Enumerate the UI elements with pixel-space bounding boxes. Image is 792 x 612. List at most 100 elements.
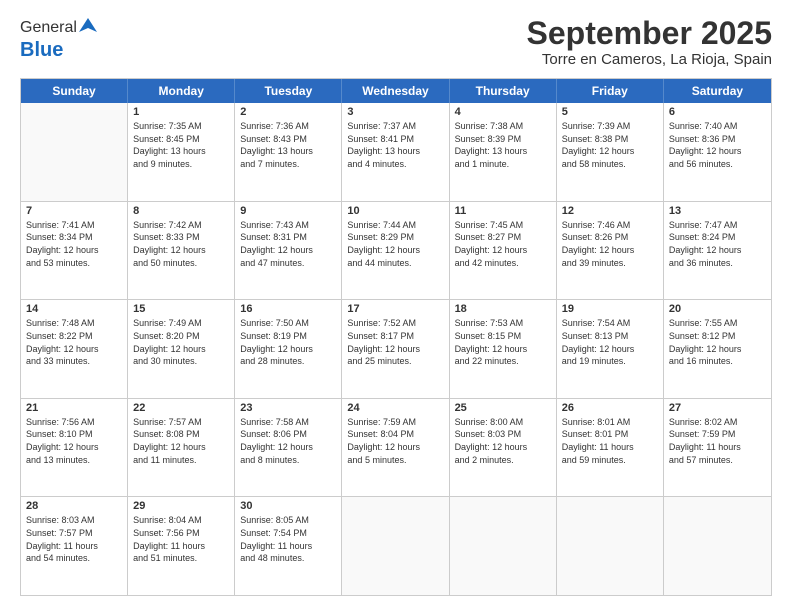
calendar-cell-19: 19 Sunrise: 7:54 AMSunset: 8:13 PMDayligh… — [557, 300, 664, 398]
calendar-header-row: SundayMondayTuesdayWednesdayThursdayFrid… — [21, 79, 771, 103]
calendar-cell-empty-4-4 — [450, 497, 557, 595]
cell-info: Sunrise: 7:40 AMSunset: 8:36 PMDaylight:… — [669, 120, 766, 170]
calendar-header-monday: Monday — [128, 79, 235, 103]
day-number: 8 — [133, 205, 229, 217]
calendar-cell-4: 4 Sunrise: 7:38 AMSunset: 8:39 PMDaylight… — [450, 103, 557, 201]
day-number: 11 — [455, 205, 551, 217]
cell-info: Sunrise: 7:39 AMSunset: 8:38 PMDaylight:… — [562, 120, 658, 170]
day-number: 5 — [562, 106, 658, 118]
day-number: 13 — [669, 205, 766, 217]
day-number: 9 — [240, 205, 336, 217]
cell-info: Sunrise: 7:58 AMSunset: 8:06 PMDaylight:… — [240, 416, 336, 466]
day-number: 23 — [240, 402, 336, 414]
day-number: 30 — [240, 500, 336, 512]
cell-info: Sunrise: 7:42 AMSunset: 8:33 PMDaylight:… — [133, 219, 229, 269]
day-number: 27 — [669, 402, 766, 414]
day-number: 6 — [669, 106, 766, 118]
calendar-cell-17: 17Sunrise: 7:52 AMSunset: 8:17 PMDayligh… — [342, 300, 449, 398]
calendar-row-0: 1 Sunrise: 7:35 AMSunset: 8:45 PMDaylight… — [21, 103, 771, 202]
calendar-cell-21: 21 Sunrise: 7:56 AMSunset: 8:10 PMDayligh… — [21, 399, 128, 497]
calendar-cell-20: 20 Sunrise: 7:55 AMSunset: 8:12 PMDayligh… — [664, 300, 771, 398]
calendar: SundayMondayTuesdayWednesdayThursdayFrid… — [20, 78, 772, 596]
cell-info: Sunrise: 7:55 AMSunset: 8:12 PMDaylight:… — [669, 317, 766, 367]
calendar-cell-16: 16Sunrise: 7:50 AMSunset: 8:19 PMDayligh… — [235, 300, 342, 398]
calendar-cell-empty-4-5 — [557, 497, 664, 595]
calendar-header-thursday: Thursday — [450, 79, 557, 103]
calendar-row-3: 21 Sunrise: 7:56 AMSunset: 8:10 PMDayligh… — [21, 399, 771, 498]
calendar-cell-30: 30 Sunrise: 8:05 AMSunset: 7:54 PMDayligh… — [235, 497, 342, 595]
cell-info: Sunrise: 8:05 AMSunset: 7:54 PMDaylight:… — [240, 514, 336, 564]
day-number: 4 — [455, 106, 551, 118]
day-number: 14 — [26, 303, 122, 315]
day-number: 22 — [133, 402, 229, 414]
calendar-cell-2: 2Sunrise: 7:36 AMSunset: 8:43 PMDaylight… — [235, 103, 342, 201]
cell-info: Sunrise: 7:48 AMSunset: 8:22 PMDaylight:… — [26, 317, 122, 367]
cell-info: Sunrise: 7:36 AMSunset: 8:43 PMDaylight:… — [240, 120, 336, 170]
calendar-header-saturday: Saturday — [664, 79, 771, 103]
calendar-cell-5: 5 Sunrise: 7:39 AMSunset: 8:38 PMDaylight… — [557, 103, 664, 201]
cell-info: Sunrise: 7:38 AMSunset: 8:39 PMDaylight:… — [455, 120, 551, 170]
cell-info: Sunrise: 8:02 AMSunset: 7:59 PMDaylight:… — [669, 416, 766, 466]
month-title: September 2025 — [527, 16, 772, 51]
cell-info: Sunrise: 8:04 AMSunset: 7:56 PMDaylight:… — [133, 514, 229, 564]
cell-info: Sunrise: 8:01 AMSunset: 8:01 PMDaylight:… — [562, 416, 658, 466]
cell-info: Sunrise: 7:57 AMSunset: 8:08 PMDaylight:… — [133, 416, 229, 466]
day-number: 21 — [26, 402, 122, 414]
cell-info: Sunrise: 7:59 AMSunset: 8:04 PMDaylight:… — [347, 416, 443, 466]
cell-info: Sunrise: 7:54 AMSunset: 8:13 PMDaylight:… — [562, 317, 658, 367]
page: General Blue September 2025 Torre en Cam… — [0, 0, 792, 612]
calendar-cell-10: 10Sunrise: 7:44 AMSunset: 8:29 PMDayligh… — [342, 202, 449, 300]
day-number: 1 — [133, 106, 229, 118]
day-number: 20 — [669, 303, 766, 315]
calendar-cell-23: 23 Sunrise: 7:58 AMSunset: 8:06 PMDayligh… — [235, 399, 342, 497]
logo-blue-text: Blue — [20, 39, 63, 61]
calendar-cell-6: 6 Sunrise: 7:40 AMSunset: 8:36 PMDaylight… — [664, 103, 771, 201]
cell-info: Sunrise: 7:37 AMSunset: 8:41 PMDaylight:… — [347, 120, 443, 170]
calendar-cell-28: 28 Sunrise: 8:03 AMSunset: 7:57 PMDayligh… — [21, 497, 128, 595]
calendar-cell-18: 18Sunrise: 7:53 AMSunset: 8:15 PMDayligh… — [450, 300, 557, 398]
calendar-cell-12: 12 Sunrise: 7:46 AMSunset: 8:26 PMDayligh… — [557, 202, 664, 300]
calendar-cell-15: 15 Sunrise: 7:49 AMSunset: 8:20 PMDayligh… — [128, 300, 235, 398]
calendar-row-1: 7 Sunrise: 7:41 AMSunset: 8:34 PMDaylight… — [21, 202, 771, 301]
calendar-cell-9: 9 Sunrise: 7:43 AMSunset: 8:31 PMDaylight… — [235, 202, 342, 300]
cell-info: Sunrise: 7:41 AMSunset: 8:34 PMDaylight:… — [26, 219, 122, 269]
calendar-header-friday: Friday — [557, 79, 664, 103]
day-number: 28 — [26, 500, 122, 512]
cell-info: Sunrise: 7:52 AMSunset: 8:17 PMDaylight:… — [347, 317, 443, 367]
calendar-cell-14: 14 Sunrise: 7:48 AMSunset: 8:22 PMDayligh… — [21, 300, 128, 398]
calendar-cell-26: 26 Sunrise: 8:01 AMSunset: 8:01 PMDayligh… — [557, 399, 664, 497]
calendar-cell-empty-4-6 — [664, 497, 771, 595]
day-number: 3 — [347, 106, 443, 118]
cell-info: Sunrise: 7:47 AMSunset: 8:24 PMDaylight:… — [669, 219, 766, 269]
cell-info: Sunrise: 7:46 AMSunset: 8:26 PMDaylight:… — [562, 219, 658, 269]
day-number: 26 — [562, 402, 658, 414]
calendar-cell-7: 7 Sunrise: 7:41 AMSunset: 8:34 PMDaylight… — [21, 202, 128, 300]
logo-general-text: General — [20, 19, 77, 37]
calendar-cell-3: 3 Sunrise: 7:37 AMSunset: 8:41 PMDaylight… — [342, 103, 449, 201]
calendar-cell-22: 22 Sunrise: 7:57 AMSunset: 8:08 PMDayligh… — [128, 399, 235, 497]
cell-info: Sunrise: 8:00 AMSunset: 8:03 PMDaylight:… — [455, 416, 551, 466]
calendar-header-tuesday: Tuesday — [235, 79, 342, 103]
cell-info: Sunrise: 7:49 AMSunset: 8:20 PMDaylight:… — [133, 317, 229, 367]
day-number: 24 — [347, 402, 443, 414]
cell-info: Sunrise: 7:43 AMSunset: 8:31 PMDaylight:… — [240, 219, 336, 269]
day-number: 15 — [133, 303, 229, 315]
day-number: 7 — [26, 205, 122, 217]
day-number: 10 — [347, 205, 443, 217]
calendar-row-2: 14 Sunrise: 7:48 AMSunset: 8:22 PMDayligh… — [21, 300, 771, 399]
cell-info: Sunrise: 8:03 AMSunset: 7:57 PMDaylight:… — [26, 514, 122, 564]
day-number: 12 — [562, 205, 658, 217]
location: Torre en Cameros, La Rioja, Spain — [527, 51, 772, 68]
day-number: 29 — [133, 500, 229, 512]
calendar-cell-29: 29 Sunrise: 8:04 AMSunset: 7:56 PMDayligh… — [128, 497, 235, 595]
calendar-header-sunday: Sunday — [21, 79, 128, 103]
calendar-cell-1: 1 Sunrise: 7:35 AMSunset: 8:45 PMDaylight… — [128, 103, 235, 201]
day-number: 18 — [455, 303, 551, 315]
calendar-cell-27: 27 Sunrise: 8:02 AMSunset: 7:59 PMDayligh… — [664, 399, 771, 497]
logo: General Blue — [20, 16, 97, 62]
day-number: 19 — [562, 303, 658, 315]
cell-info: Sunrise: 7:50 AMSunset: 8:19 PMDaylight:… — [240, 317, 336, 367]
cell-info: Sunrise: 7:35 AMSunset: 8:45 PMDaylight:… — [133, 120, 229, 170]
cell-info: Sunrise: 7:56 AMSunset: 8:10 PMDaylight:… — [26, 416, 122, 466]
day-number: 25 — [455, 402, 551, 414]
